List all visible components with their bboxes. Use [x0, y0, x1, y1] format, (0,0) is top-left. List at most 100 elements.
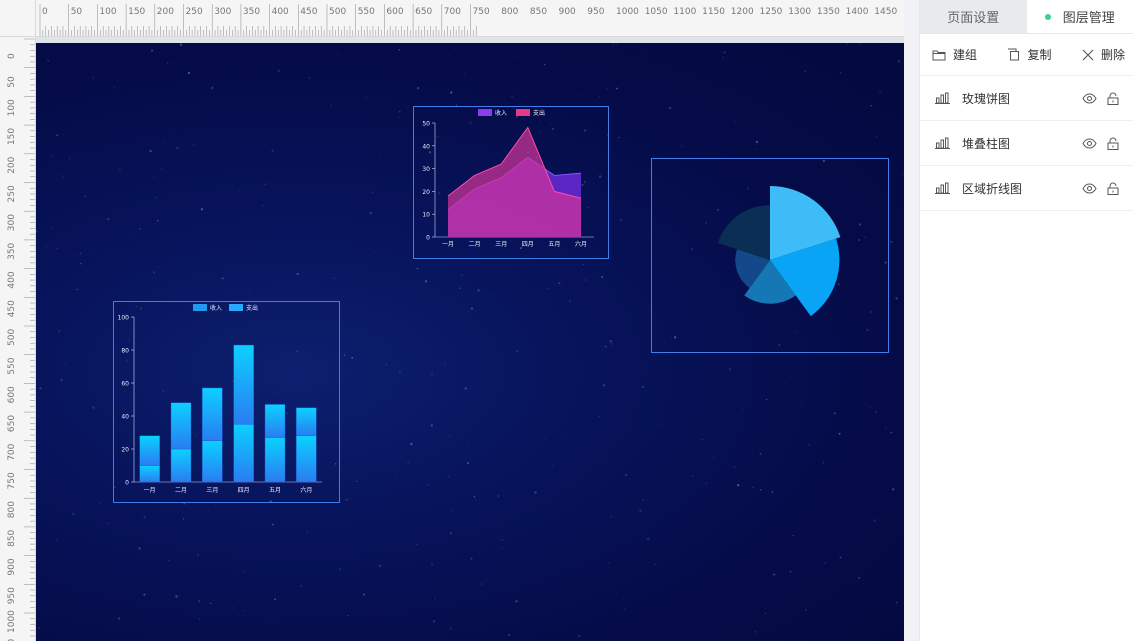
star [85, 474, 87, 476]
bar-chart-icon [935, 137, 950, 149]
star [45, 245, 48, 248]
star [379, 157, 381, 160]
layer-item[interactable]: 玫瑰饼图 [920, 76, 1133, 121]
design-canvas[interactable]: 0 10 20 30 40 50 一月 二月 三月 四月 五月 六月 收入 支出 0 20 40 60 80 100… [36, 43, 904, 641]
area-line-chart[interactable]: 0 10 20 30 40 50 一月 二月 三月 四月 五月 六月 收入 支出 [413, 106, 609, 259]
star [343, 354, 346, 357]
eye-icon[interactable] [1082, 92, 1097, 104]
x-tick-label: 六月 [300, 486, 312, 494]
star [156, 140, 158, 142]
star [47, 60, 49, 62]
star [385, 364, 388, 366]
x-tick-label: 二月 [469, 241, 481, 248]
star [263, 604, 264, 606]
star [543, 63, 546, 66]
bar-segment [139, 435, 160, 466]
layer-item[interactable]: 区域折线图 [920, 166, 1133, 211]
ruler-label: 750 [473, 7, 490, 17]
star [56, 134, 59, 137]
star [781, 525, 783, 526]
ruler-label: 50 [71, 7, 83, 17]
star [838, 432, 841, 435]
star [742, 409, 744, 412]
star [398, 49, 401, 51]
star [238, 517, 240, 519]
star [846, 43, 848, 46]
ruler-label: 1100 [673, 7, 696, 17]
star [434, 597, 436, 600]
star [885, 426, 887, 429]
star [501, 547, 503, 548]
star [416, 267, 419, 270]
star [544, 306, 545, 308]
ruler-label: 200 [7, 156, 17, 173]
ruler-vertical[interactable]: 0 50 100 150 200 250 300 350 400 450 500 550 600 650 7… [0, 37, 36, 641]
star [79, 252, 81, 254]
x-tick-label: 五月 [269, 487, 281, 494]
star [646, 537, 650, 541]
tab-page-settings[interactable]: 页面设置 [920, 0, 1027, 33]
x-tick-label: 一月 [442, 241, 454, 248]
rose-pie-chart[interactable] [651, 158, 889, 353]
ruler-horizontal[interactable]: 0 50 100 150 200 250 300 350 400 450 500 550 600 650 7… [36, 0, 904, 37]
star [379, 564, 382, 567]
tab-layer-management[interactable]: 图层管理 [1027, 0, 1133, 33]
unlock-icon[interactable] [1107, 137, 1119, 150]
ruler-label: 900 [7, 558, 17, 575]
layer-item[interactable]: 堆叠柱图 [920, 121, 1133, 166]
star [68, 157, 71, 160]
star [754, 630, 757, 633]
star [508, 634, 511, 636]
group-button[interactable]: 建组 [932, 46, 977, 63]
star [99, 501, 102, 504]
star [642, 499, 644, 502]
star [403, 250, 404, 252]
star [154, 196, 157, 199]
star [608, 562, 610, 564]
star [733, 466, 736, 469]
star [901, 173, 904, 176]
star [229, 251, 231, 253]
star [722, 56, 724, 59]
star [107, 218, 110, 221]
eye-icon[interactable] [1082, 182, 1097, 194]
star [647, 51, 648, 53]
x-tick-label: 五月 [548, 241, 560, 248]
star [858, 576, 860, 579]
ruler-label: 650 [7, 415, 17, 432]
star [362, 359, 365, 361]
star [407, 461, 410, 464]
star [641, 530, 643, 532]
unlock-icon[interactable] [1107, 92, 1119, 105]
ruler-label: 500 [7, 329, 17, 346]
star [839, 72, 842, 74]
ruler-label: 400 [7, 271, 17, 288]
star [113, 86, 116, 89]
ruler-label: 600 [7, 386, 17, 403]
eye-icon[interactable] [1082, 137, 1097, 149]
y-tick-label: 0 [125, 480, 129, 487]
stacked-bar-chart[interactable]: 0 20 40 60 80 100 一月 二月 三月 四月 五月 六月 收入 支出 [113, 301, 340, 503]
star [271, 616, 273, 619]
unlock-icon[interactable] [1107, 182, 1119, 195]
copy-button[interactable]: 复制 [1007, 46, 1052, 63]
star [221, 277, 224, 280]
ruler-label: 200 [157, 7, 174, 17]
star [106, 128, 108, 130]
star [657, 424, 659, 426]
ruler-label: 850 [7, 529, 17, 546]
star [604, 345, 607, 348]
star [824, 493, 826, 494]
layer-name: 堆叠柱图 [962, 136, 1011, 151]
star [187, 71, 191, 75]
star [602, 384, 606, 387]
delete-button[interactable]: 删除 [1082, 46, 1125, 63]
bar-segment [202, 387, 223, 441]
star [92, 77, 94, 79]
star [50, 155, 53, 157]
ruler-label: 500 [329, 7, 346, 17]
star [207, 510, 209, 512]
star [168, 559, 170, 562]
star [396, 477, 398, 479]
y-tick-label: 10 [422, 212, 430, 219]
